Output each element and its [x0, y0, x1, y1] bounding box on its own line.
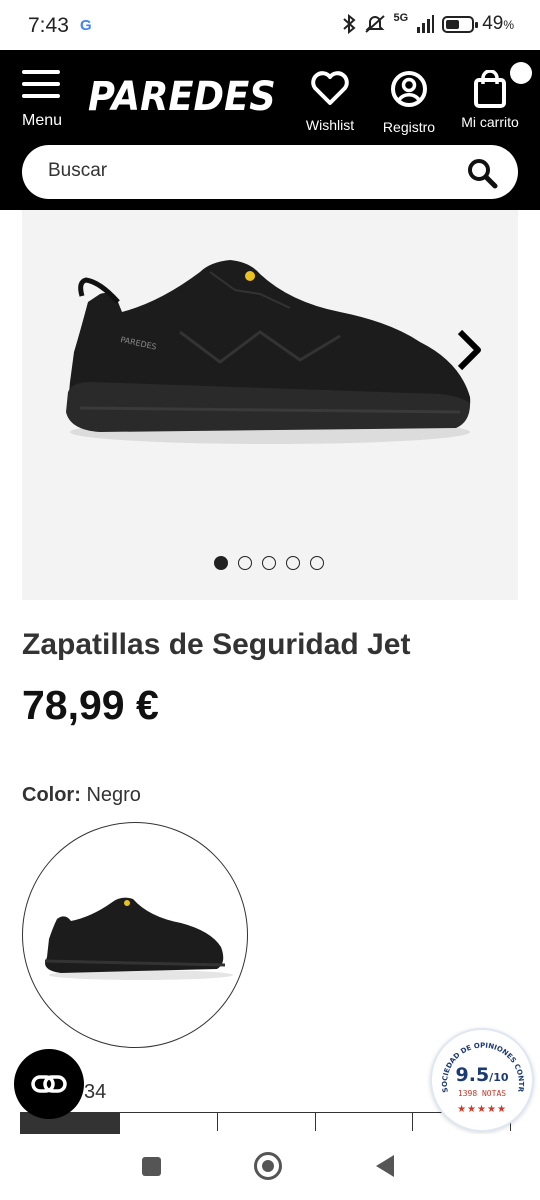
recent-apps-icon[interactable]: [142, 1157, 161, 1176]
color-swatch-negro[interactable]: [22, 822, 248, 1048]
status-icons: 5G 49%: [342, 12, 514, 35]
rating-score-value: 9.5: [455, 1064, 490, 1086]
color-value: Negro: [86, 784, 141, 806]
product-price: 78,99 €: [22, 682, 159, 728]
menu-button[interactable]: Menu: [22, 70, 64, 132]
battery-percent-sign: %: [503, 18, 514, 32]
back-icon[interactable]: [376, 1155, 394, 1177]
product-page: 7:43 G 5G 49% Menu PAREDES Wishlist Regi…: [0, 0, 540, 1200]
rating-score-scale: /10: [489, 1071, 509, 1084]
chat-button[interactable]: [14, 1049, 84, 1119]
search-input[interactable]: [48, 160, 448, 182]
cart-label: Mi carrito: [461, 114, 519, 130]
heart-icon: [311, 71, 349, 105]
size-option-label: 34: [84, 1081, 107, 1103]
chat-link-icon: [31, 1075, 67, 1093]
menu-label: Menu: [22, 112, 63, 129]
bluetooth-icon: [342, 14, 356, 34]
swatch-shoe-image: [44, 897, 233, 980]
silent-mode-icon: [364, 15, 385, 33]
rating-score: 9.5/10: [432, 1064, 532, 1086]
product-image-gallery[interactable]: PAREDES: [22, 210, 518, 600]
status-time: 7:43: [28, 14, 69, 37]
size-divider: [315, 1113, 316, 1131]
rating-stars-icon: ★★★★★: [457, 1104, 507, 1115]
gallery-pagination: [214, 556, 324, 570]
wishlist-button[interactable]: Wishlist: [302, 70, 358, 133]
hamburger-icon: [22, 70, 64, 98]
gallery-dot[interactable]: [310, 556, 324, 570]
product-title: Zapatillas de Seguridad Jet: [22, 628, 411, 661]
shopping-bag-icon: [474, 69, 506, 108]
color-label: Color:: [22, 784, 81, 806]
site-logo[interactable]: PAREDES: [88, 74, 276, 120]
cart-badge: [510, 62, 532, 84]
color-selector-label: Color: Negro: [22, 784, 141, 807]
gallery-dot[interactable]: [262, 556, 276, 570]
rating-badge[interactable]: SOCIEDAD DE OPINIONES CONTRASTADAS 9.5/1…: [430, 1028, 534, 1132]
network-type: 5G: [393, 12, 409, 24]
battery-percent-wrap: 49%: [482, 13, 514, 35]
wishlist-label: Wishlist: [305, 117, 355, 133]
gallery-dot[interactable]: [214, 556, 228, 570]
user-account-icon: [391, 71, 427, 107]
registro-label: Registro: [382, 119, 436, 135]
system-navigation-bar: [0, 1134, 540, 1200]
gallery-dot[interactable]: [238, 556, 252, 570]
signal-icon: [417, 15, 435, 33]
search-icon[interactable]: [466, 157, 498, 189]
registro-button[interactable]: Registro: [378, 70, 440, 135]
size-divider: [412, 1113, 413, 1131]
battery-icon: [442, 15, 479, 33]
battery-percent: 49: [482, 13, 504, 34]
home-icon[interactable]: [254, 1152, 282, 1180]
product-image: PAREDES: [66, 260, 471, 444]
rating-notes: 1398 NOTAS: [457, 1089, 507, 1098]
cart-button[interactable]: Mi carrito: [456, 62, 532, 130]
google-icon: G: [80, 17, 92, 34]
gallery-dot[interactable]: [286, 556, 300, 570]
search-bar: [22, 145, 518, 199]
size-divider: [217, 1113, 218, 1131]
status-bar: 7:43 G 5G 49%: [0, 0, 540, 50]
next-image-arrow-icon[interactable]: [454, 328, 484, 372]
site-header: Menu PAREDES Wishlist Registro Mi carrit…: [0, 50, 540, 210]
